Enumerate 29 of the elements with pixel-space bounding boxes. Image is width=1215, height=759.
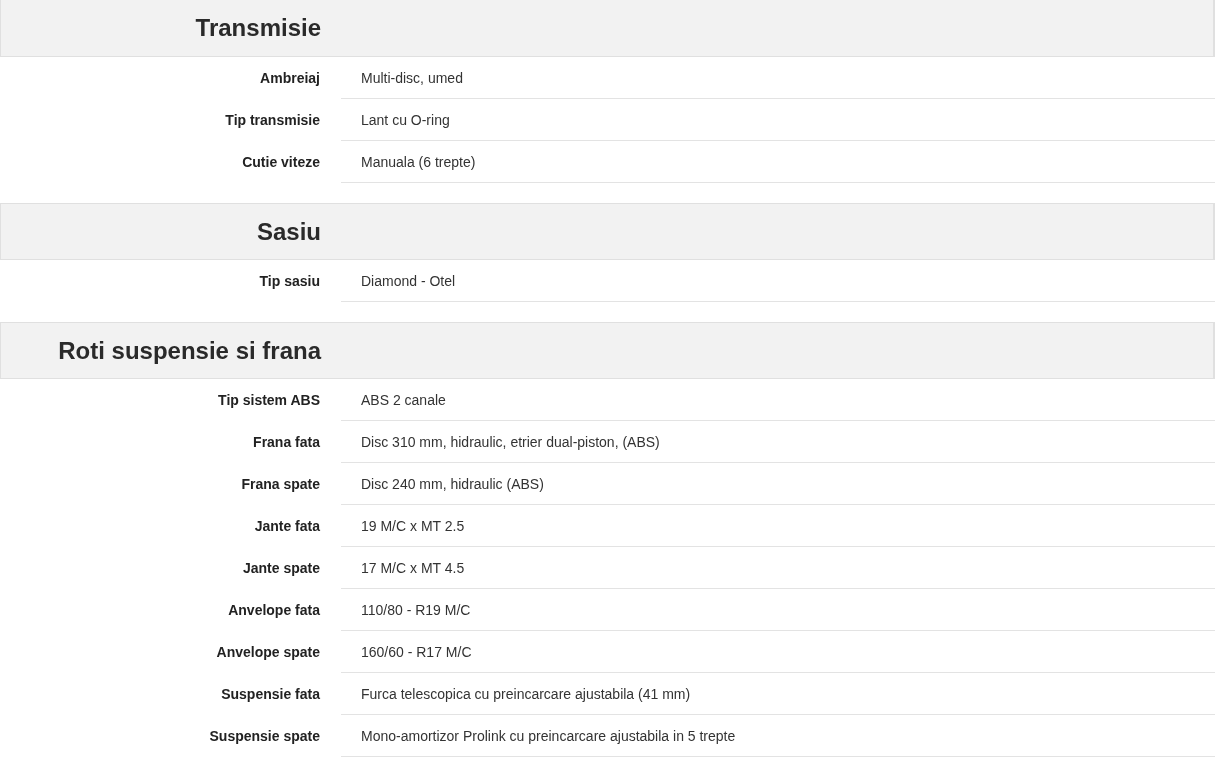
spec-label: Ambreiaj [260, 70, 320, 86]
section-title: Sasiu [255, 217, 321, 246]
spec-value: ABS 2 canale [341, 379, 1215, 421]
spec-value: 17 M/C x MT 4.5 [341, 547, 1215, 589]
spec-value: Lant cu O-ring [341, 99, 1215, 141]
spec-label: Cutie viteze [242, 154, 320, 170]
spec-value: 19 M/C x MT 2.5 [341, 505, 1215, 547]
spec-value: Disc 310 mm, hidraulic, etrier dual-piston, (ABS) [341, 421, 1215, 463]
spec-value: 110/80 - R19 M/C [341, 589, 1215, 631]
spec-label: Frana fata [253, 434, 320, 450]
spec-value: 160/60 - R17 M/C [341, 631, 1215, 673]
spec-label: Suspensie spate [209, 728, 320, 744]
spec-label: Anvelope fata [228, 602, 320, 618]
spec-value: Multi-disc, umed [341, 57, 1215, 99]
spec-value: Disc 240 mm, hidraulic (ABS) [341, 463, 1215, 505]
spec-value: Diamond - Otel [341, 260, 1215, 302]
section-title: Transmisie [194, 14, 321, 42]
spec-label: Anvelope spate [216, 644, 320, 660]
spec-value: Manuala (6 trepte) [341, 141, 1215, 183]
spec-value: Furca telescopica cu preincarcare ajustabila (41 mm) [341, 673, 1215, 715]
spec-label: Jante fata [254, 518, 320, 534]
spec-value: Mono-amortizor Prolink cu preincarcare ajustabila in 5 trepte [341, 715, 1215, 757]
spec-label: Suspensie fata [221, 686, 320, 702]
spec-label: Jante spate [242, 560, 320, 576]
spec-label: Tip sistem ABS [218, 392, 320, 408]
spec-label: Frana spate [241, 476, 320, 492]
section-title: Roti suspensie si frana [57, 336, 321, 365]
spec-label: Tip transmisie [225, 112, 320, 128]
spec-label: Tip sasiu [259, 273, 320, 289]
